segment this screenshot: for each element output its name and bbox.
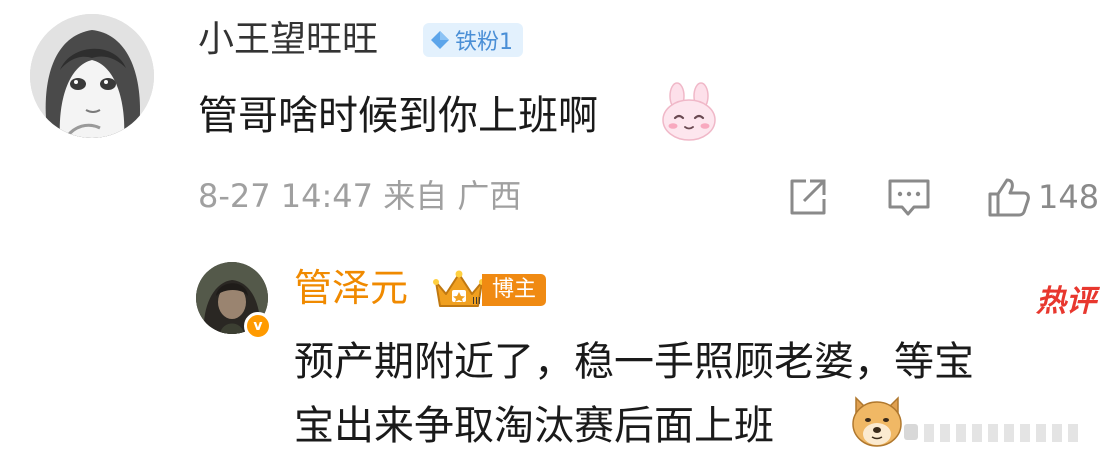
share-icon (790, 179, 826, 215)
watermark-strip (904, 424, 1078, 442)
doge-emoji (852, 396, 902, 447)
fan-badge-label: 铁粉1 (455, 30, 513, 55)
hot-comment-label: 热评 (1036, 284, 1096, 319)
thumbs-up-icon (988, 178, 1030, 217)
svg-text:III: III (472, 296, 481, 307)
commenter-username[interactable]: 小王望旺旺 (198, 14, 378, 66)
comment-icon (888, 179, 930, 216)
diamond-icon (431, 31, 449, 49)
share-button[interactable] (786, 175, 834, 219)
commenter-avatar[interactable] (30, 14, 154, 138)
comment-meta: 8-27 14:47 来自 广西 (198, 177, 522, 215)
commenter-avatar-image (30, 14, 154, 138)
crown-icon: III (433, 270, 485, 307)
bunny-emoji (662, 82, 716, 141)
like-count: 148 (1038, 178, 1100, 216)
fan-level-badge[interactable]: 铁粉1 (423, 23, 523, 57)
reply-username[interactable]: 管泽元 (294, 262, 408, 314)
comment-thread: 小王望旺旺 铁粉1 管哥啥时候到你上班啊 8-27 14:47 来自 广西 14… (0, 0, 1101, 455)
verified-icon: v (244, 312, 272, 340)
comment-text: 管哥啥时候到你上班啊 (198, 93, 598, 139)
comment-button[interactable] (886, 175, 936, 219)
reply-text-line-1: 预产期附近了，稳一手照顾老婆，等宝 (294, 339, 974, 385)
host-badge: 博主 (482, 274, 547, 306)
like-button[interactable]: 148 (986, 175, 1099, 219)
